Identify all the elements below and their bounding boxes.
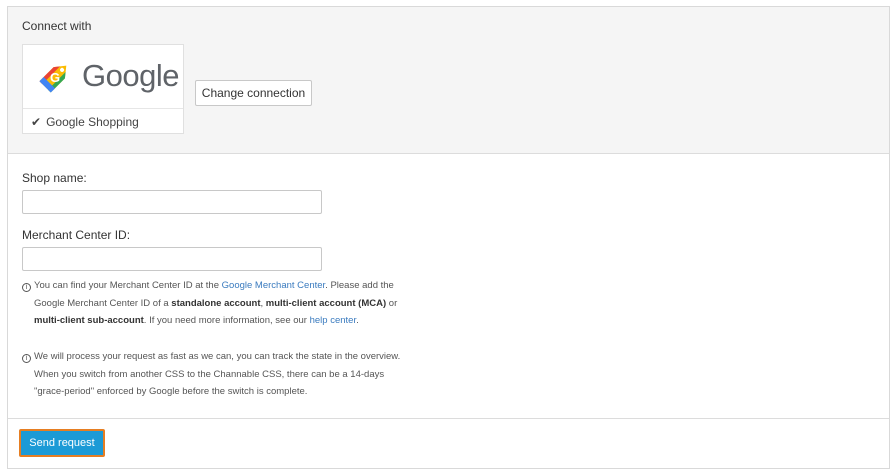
- footer: Send request: [8, 419, 889, 468]
- shop-name-label: Shop name:: [22, 171, 87, 185]
- provider-row: ✔ Google Shopping: [23, 109, 183, 134]
- info-text: We will process your request as fast as …: [34, 351, 401, 362]
- shop-name-input[interactable]: [22, 190, 322, 214]
- form-section: Shop name: Merchant Center ID: i You can …: [8, 154, 889, 419]
- info-icon: i: [22, 283, 31, 292]
- google-shopping-tag-icon: G: [33, 56, 77, 101]
- info-text: . If you need more information, see our: [143, 315, 310, 326]
- merchant-id-label: Merchant Center ID:: [22, 228, 131, 242]
- merchant-id-input[interactable]: [22, 247, 322, 271]
- info-line: "grace-period" enforced by Google before…: [34, 386, 308, 397]
- provider-card: G Google ✔ Google Shopping: [22, 44, 184, 134]
- info-line: Google Merchant Center ID of a standalon…: [22, 295, 412, 313]
- info-text: You can find your Merchant Center ID at …: [34, 280, 222, 291]
- info-bold: multi-client sub-account: [34, 315, 144, 326]
- google-merchant-center-link[interactable]: Google Merchant Center: [222, 280, 326, 291]
- merchant-id-info: i You can find your Merchant Center ID at…: [22, 277, 412, 330]
- send-request-button[interactable]: Send request: [19, 429, 105, 457]
- info-text: . Please add the: [325, 280, 394, 291]
- info-line: multi-client sub-account. If you need mo…: [22, 312, 412, 330]
- info-icon: i: [22, 354, 31, 363]
- info-bold: standalone account: [171, 297, 261, 309]
- info-text: or: [386, 297, 398, 309]
- info-text: Google Merchant Center ID of a: [34, 297, 172, 309]
- info-text: .: [356, 315, 359, 326]
- info-line: When you switch from another CSS to the …: [34, 368, 385, 380]
- process-info: i We will process your request as fast as…: [22, 348, 412, 401]
- svg-text:G: G: [50, 70, 60, 85]
- provider-logo: G Google: [23, 45, 183, 109]
- help-center-link[interactable]: help center: [310, 315, 356, 326]
- info-bold: multi-client account (MCA): [265, 297, 387, 309]
- connect-title: Connect with: [22, 19, 92, 33]
- google-logo-text: Google: [82, 58, 179, 93]
- connection-panel: Connect with G Google ✔ Google Shopping …: [7, 6, 890, 469]
- change-connection-button[interactable]: Change connection: [195, 80, 312, 106]
- provider-name: Google Shopping: [46, 114, 139, 129]
- connect-section: Connect with G Google ✔ Google Shopping …: [8, 7, 889, 154]
- checkmark-icon: ✔: [31, 114, 42, 129]
